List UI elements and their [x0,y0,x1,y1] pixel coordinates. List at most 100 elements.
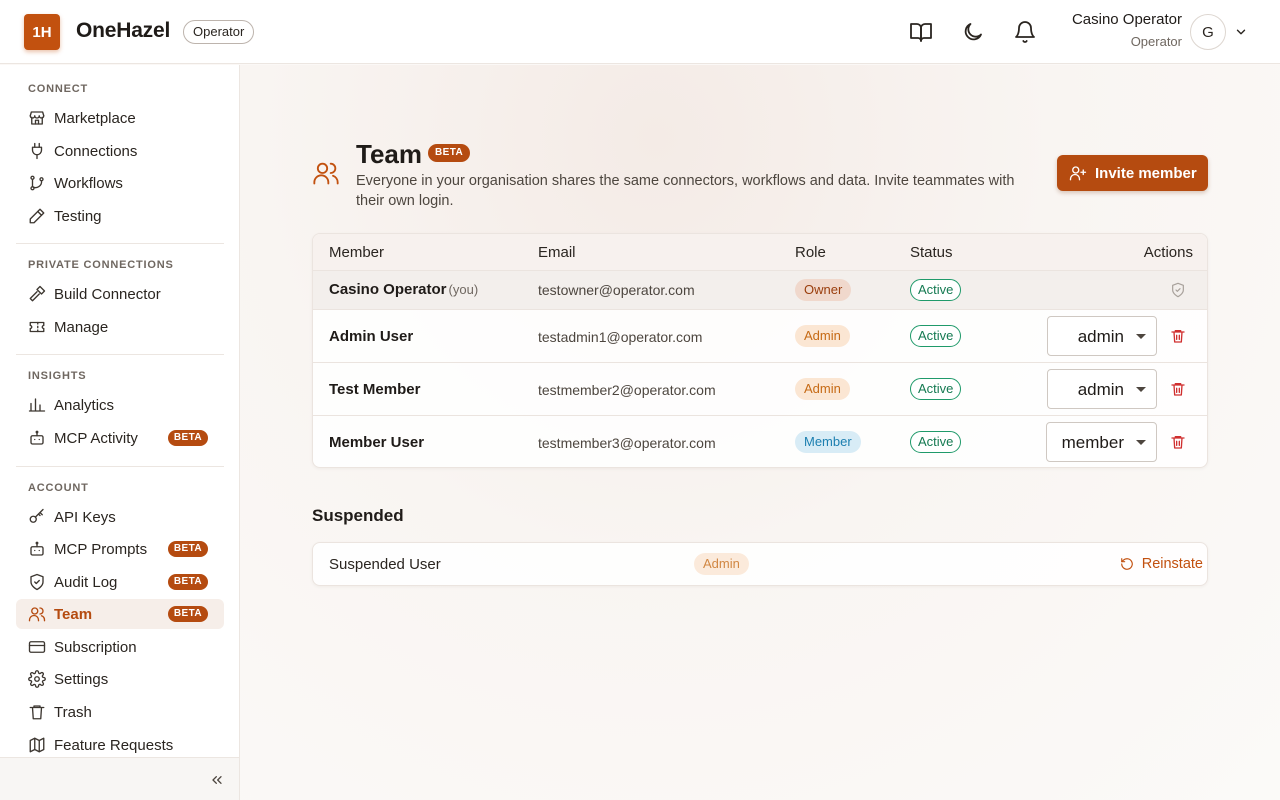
member-name: Member User [329,434,425,451]
role-badge: Member [795,431,861,453]
status-badge: Active [910,378,962,400]
invite-member-button[interactable]: Invite member [1057,155,1208,191]
table-row: Suspended User Admin Reinstate [313,543,1207,585]
sidebar-item-label: Feature Requests [54,736,174,754]
reinstate-button[interactable]: Reinstate [1120,556,1203,572]
member-name: Test Member [329,381,421,398]
sidebar-item-connections[interactable]: Connections [16,136,224,166]
divider [16,466,224,467]
caret-down-icon [1136,334,1146,339]
sidebar-item-label: Trash [54,703,92,721]
users-icon [312,159,340,187]
member-name: Admin User [329,328,414,345]
user-name[interactable]: Casino Operator [1072,11,1182,28]
bell-icon[interactable] [1013,20,1037,44]
bot-icon [28,540,46,558]
table-row: Member User testmember3@operator.com Mem… [313,416,1207,467]
sidebar-item-analytics[interactable]: Analytics [16,390,224,420]
shield-check-icon [28,573,46,591]
table-row: Test Member testmember2@operator.com Adm… [313,363,1207,416]
sidebar-item-label: Testing [54,207,102,225]
users-icon [28,605,46,623]
sidebar-item-mcp-activity[interactable]: MCP Activity BETA [16,423,224,453]
role-select-value: admin [1077,327,1124,346]
member-email: testmember2@operator.com [538,382,716,398]
store-icon [28,109,46,127]
sidebar-item-subscription[interactable]: Subscription [16,632,224,662]
member-email: testowner@operator.com [538,282,695,298]
member-email: testmember3@operator.com [538,435,716,451]
column-header-email: Email [538,244,576,261]
book-icon[interactable] [909,20,933,44]
status-badge: Active [910,431,962,453]
sidebar-item-label: Settings [54,670,109,688]
section-label-private-connections: PRIVATE CONNECTIONS [28,259,174,271]
delete-member-icon[interactable] [1170,381,1186,397]
sidebar-item-audit-log[interactable]: Audit Log BETA [16,567,224,597]
sidebar-item-trash[interactable]: Trash [16,697,224,727]
rotate-ccw-icon [1120,557,1134,571]
logo[interactable]: 1H [24,14,60,50]
section-label-account: ACCOUNT [28,482,89,494]
user-role: Operator [1130,34,1182,49]
table-header: Member Email Role Status Actions [313,234,1207,271]
sidebar-item-api-keys[interactable]: API Keys [16,502,224,532]
avatar[interactable]: G [1190,14,1226,50]
plug-icon [28,142,46,160]
section-label-connect: CONNECT [28,83,88,95]
sidebar-item-label: API Keys [54,508,116,526]
table-row: Admin User testadmin1@operator.com Admin… [313,310,1207,363]
sidebar-item-label: MCP Prompts [54,540,148,558]
column-header-status: Status [910,244,953,261]
role-select[interactable]: member [1046,422,1157,462]
map-icon [28,736,46,754]
beta-badge: BETA [167,541,208,557]
member-name: Casino Operator (you) [329,281,479,298]
delete-member-icon[interactable] [1170,434,1186,450]
trash-icon [28,703,46,721]
collapse-sidebar-icon[interactable] [209,772,225,788]
sidebar-item-label: Team [54,605,93,623]
sidebar-item-workflows[interactable]: Workflows [16,168,224,198]
brand-name[interactable]: OneHazel [76,19,170,43]
beta-badge: BETA [428,144,471,162]
chevron-down-icon[interactable] [1234,25,1248,39]
sidebar-item-label: Audit Log [54,573,118,591]
divider [16,243,224,244]
brand-tag: Operator [183,20,255,44]
workflow-icon [28,174,46,192]
sidebar: CONNECT Marketplace Connections Workflow… [0,65,240,800]
sidebar-item-label: Workflows [54,174,123,192]
divider [16,354,224,355]
suspended-title: Suspended [312,506,404,525]
role-badge: Owner [795,279,852,301]
bar-chart-icon [28,396,46,414]
sidebar-item-label: Connections [54,142,138,160]
sidebar-item-build-connector[interactable]: Build Connector [16,279,224,309]
member-name: Suspended User [329,556,441,573]
shield-icon [1170,282,1186,298]
sidebar-item-manage[interactable]: Manage [16,312,224,342]
page-title: Team [356,139,422,169]
role-select[interactable]: admin [1047,369,1157,409]
sidebar-item-settings[interactable]: Settings [16,664,224,694]
column-header-actions: Actions [1143,244,1193,261]
sidebar-item-feature-requests[interactable]: Feature Requests [16,730,224,760]
role-select[interactable]: admin [1047,316,1157,356]
credit-card-icon [28,638,46,656]
suspended-list: Suspended User Admin Reinstate [312,542,1208,586]
beta-badge: BETA [167,606,208,622]
sidebar-item-label: Marketplace [54,109,136,127]
sidebar-item-label: Build Connector [54,285,161,303]
sidebar-item-team[interactable]: Team BETA [16,599,224,629]
main-content: Team BETA Everyone in your organisation … [240,65,1280,800]
delete-member-icon[interactable] [1170,328,1186,344]
beta-badge: BETA [167,430,208,446]
moon-icon[interactable] [961,20,985,44]
sidebar-item-marketplace[interactable]: Marketplace [16,103,224,133]
sidebar-item-testing[interactable]: Testing [16,201,224,231]
column-header-role: Role [795,244,826,261]
role-select-value: member [1061,433,1124,452]
top-header: 1H OneHazel Operator Casino Operator Ope… [0,0,1280,64]
sidebar-item-mcp-prompts[interactable]: MCP Prompts BETA [16,534,224,564]
